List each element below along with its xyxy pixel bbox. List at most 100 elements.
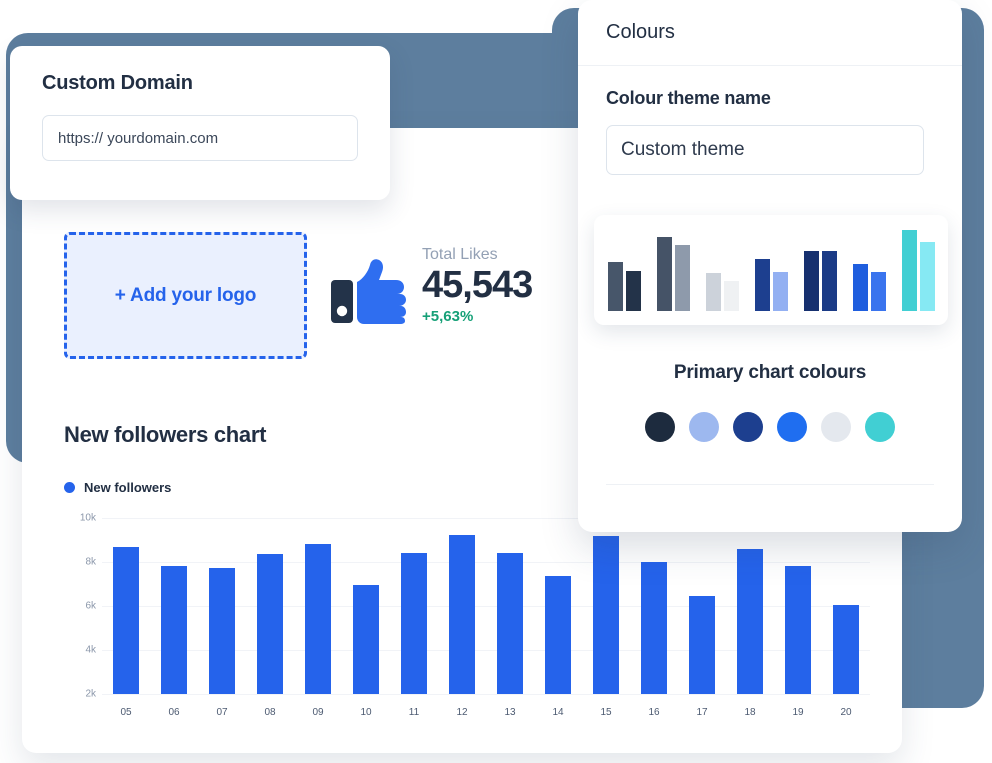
theme-preview-bar-pair xyxy=(901,227,935,311)
chart-bar[interactable] xyxy=(305,544,331,694)
swatch-blue[interactable] xyxy=(777,412,807,442)
chart-bar[interactable] xyxy=(785,566,811,694)
chart-bar[interactable] xyxy=(833,604,859,694)
colour-theme-name-input[interactable]: Custom theme xyxy=(606,125,924,175)
chart-bar[interactable] xyxy=(641,562,667,694)
chart-bar[interactable] xyxy=(497,553,523,694)
bar-slot xyxy=(774,518,822,694)
total-likes-text: Total Likes 45,543 +5,63% xyxy=(422,246,533,325)
chart-bar[interactable] xyxy=(689,596,715,694)
chart-bar[interactable] xyxy=(209,567,235,694)
new-followers-chart-title: New followers chart xyxy=(64,422,267,447)
bar-slot xyxy=(822,518,870,694)
x-axis-tick-label: 05 xyxy=(120,707,132,718)
x-axis-tick-label: 10 xyxy=(360,707,372,718)
x-axis-tick-label: 16 xyxy=(648,707,660,718)
legend-label: New followers xyxy=(84,480,172,495)
gridline xyxy=(102,694,870,695)
bar-slot xyxy=(294,518,342,694)
total-likes-block: Total Likes 45,543 +5,63% xyxy=(330,246,533,325)
x-axis-tick-label: 14 xyxy=(552,707,564,718)
chart-bar[interactable] xyxy=(401,553,427,694)
bar-slot xyxy=(390,518,438,694)
bar-slot xyxy=(582,518,630,694)
bar-slot xyxy=(438,518,486,694)
y-axis-tick-label: 4k xyxy=(85,644,96,656)
chart-bar[interactable] xyxy=(113,546,139,694)
swatch-light-blue[interactable] xyxy=(689,412,719,442)
total-likes-label: Total Likes xyxy=(422,246,498,263)
add-logo-dropzone[interactable]: + Add your logo xyxy=(64,232,307,359)
plot-x-axis-labels: 05 06 07 08 09 10 11 12 13 14 15 16 17 18 19 20 xyxy=(102,707,870,718)
theme-preview-bar-pair xyxy=(705,227,739,311)
x-axis-tick-label: 20 xyxy=(840,707,852,718)
bar-slot xyxy=(102,518,150,694)
colour-theme-name-label: Colour theme name xyxy=(606,88,771,108)
theme-preview-bar xyxy=(656,237,672,311)
theme-preview-bar-pair xyxy=(656,227,690,311)
theme-preview-bar xyxy=(754,258,770,311)
x-axis-tick-label: 15 xyxy=(600,707,612,718)
thumbs-up-icon xyxy=(331,259,406,324)
plot-bars xyxy=(102,518,870,694)
primary-chart-colour-swatches xyxy=(578,412,962,442)
x-axis-tick-label: 08 xyxy=(264,707,276,718)
chart-bar[interactable] xyxy=(257,554,283,694)
theme-preview-bar xyxy=(674,245,690,311)
colours-panel-divider xyxy=(606,484,934,485)
theme-preview-bar-pair xyxy=(607,227,641,311)
new-followers-plot: 10k 8k 6k 4k 2k 05 06 07 08 09 10 11 12 13 14 15 16 17 18… xyxy=(60,513,870,718)
chart-bar[interactable] xyxy=(593,535,619,694)
theme-preview-bar-pair xyxy=(754,227,788,311)
y-axis-tick-label: 8k xyxy=(85,556,96,568)
theme-preview-bar xyxy=(919,242,935,311)
theme-preview-bar-pair xyxy=(852,227,886,311)
y-axis-tick-label: 6k xyxy=(85,600,96,612)
swatch-dark-navy[interactable] xyxy=(645,412,675,442)
chart-legend: New followers xyxy=(64,480,171,495)
total-likes-delta: +5,63% xyxy=(422,307,474,325)
colours-panel-header: Colours xyxy=(578,0,962,66)
chart-bar[interactable] xyxy=(737,548,763,694)
bar-slot xyxy=(486,518,534,694)
primary-chart-colours-title: Primary chart colours xyxy=(673,362,867,383)
x-axis-tick-label: 13 xyxy=(504,707,516,718)
total-likes-value: 45,543 xyxy=(422,264,533,306)
chart-bar[interactable] xyxy=(161,566,187,694)
legend-dot-icon xyxy=(64,482,75,493)
x-axis-tick-label: 11 xyxy=(408,707,420,718)
theme-preview-bar xyxy=(803,250,819,311)
colours-panel-body: Colour theme name Custom theme xyxy=(578,66,962,175)
chart-bar[interactable] xyxy=(449,534,475,694)
custom-domain-input[interactable]: https:// yourdomain.com xyxy=(42,115,358,161)
swatch-teal[interactable] xyxy=(865,412,895,442)
swatch-navy[interactable] xyxy=(733,412,763,442)
bar-slot xyxy=(150,518,198,694)
x-axis-tick-label: 19 xyxy=(792,707,804,718)
theme-preview-bar xyxy=(705,273,721,311)
theme-preview-bar xyxy=(607,262,623,311)
theme-preview-bar xyxy=(821,250,837,311)
theme-preview-bar xyxy=(723,280,739,311)
swatch-light-grey[interactable] xyxy=(821,412,851,442)
bar-slot xyxy=(678,518,726,694)
bar-slot xyxy=(342,518,390,694)
y-axis-tick-label: 10k xyxy=(79,512,96,524)
theme-preview-bar xyxy=(870,272,886,311)
theme-preview-bar xyxy=(901,230,917,311)
bar-slot xyxy=(534,518,582,694)
custom-domain-card: Custom Domain https:// yourdomain.com xyxy=(10,46,390,200)
x-axis-tick-label: 06 xyxy=(168,707,180,718)
x-axis-tick-label: 09 xyxy=(312,707,324,718)
y-axis-tick-label: 2k xyxy=(85,688,96,700)
theme-preview-bar xyxy=(852,263,868,311)
chart-bar[interactable] xyxy=(545,576,571,694)
bar-slot xyxy=(246,518,294,694)
chart-bar[interactable] xyxy=(353,585,379,694)
bar-slot xyxy=(198,518,246,694)
bar-slot xyxy=(630,518,678,694)
screenshot-stage: Custom Domain https:// yourdomain.com + … xyxy=(0,0,992,763)
bar-slot xyxy=(726,518,774,694)
x-axis-tick-label: 17 xyxy=(696,707,708,718)
theme-preview-bar xyxy=(772,272,788,311)
